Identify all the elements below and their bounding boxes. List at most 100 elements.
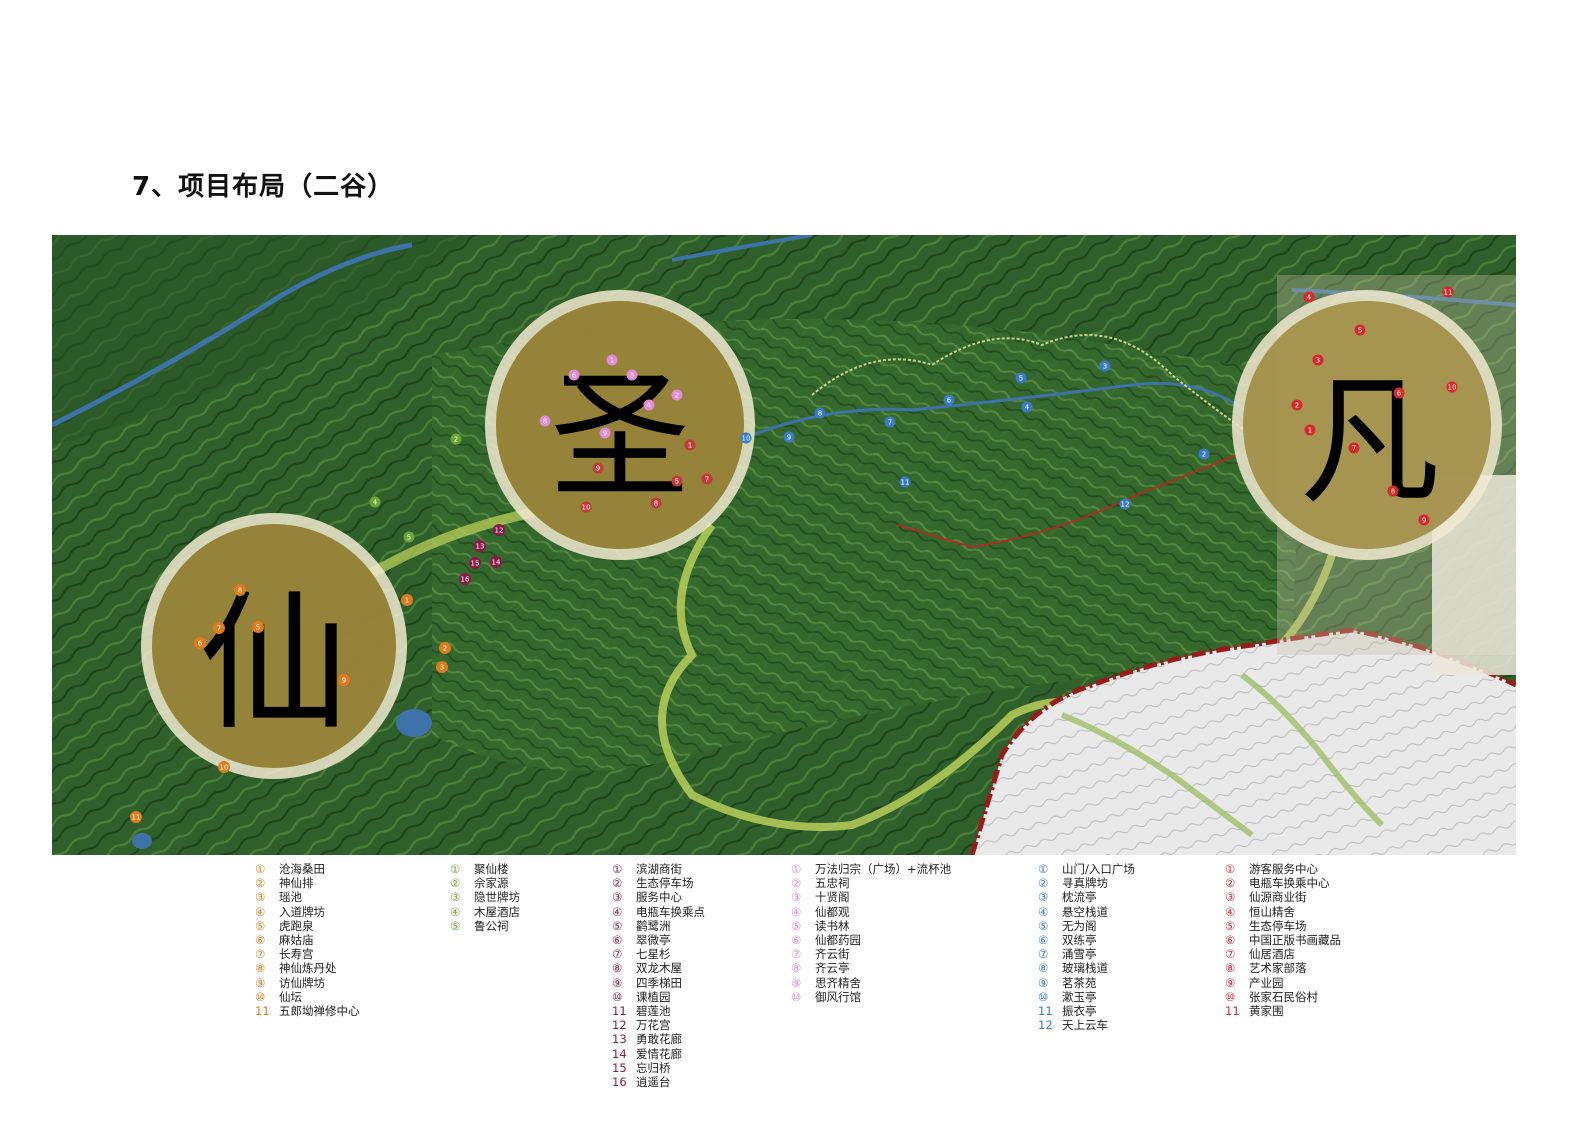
legend-item-number: 11 xyxy=(612,1004,627,1019)
legend-item: ⑥ 中国正版书画藏品 xyxy=(1225,933,1341,947)
svg-text:5: 5 xyxy=(675,478,679,486)
legend-item-label: 服务中心 xyxy=(636,890,682,905)
legend-item-number: ⑩ xyxy=(255,989,266,1004)
legend-item-label: 碧莲池 xyxy=(636,1004,671,1019)
legend-item: ② 五忠祠 xyxy=(791,876,951,890)
legend-item-number: ④ xyxy=(791,904,802,919)
legend-item-number: ② xyxy=(612,876,623,891)
legend-item: ⑩ 漱玉亭 xyxy=(1038,990,1135,1004)
legend-item-label: 鲁公祠 xyxy=(474,918,509,933)
svg-text:6: 6 xyxy=(1397,390,1402,398)
page-title: 7、项目布局（二谷） xyxy=(132,172,395,202)
zone-fan-label: 凡 xyxy=(1300,361,1440,524)
legend-item-number: ⑩ xyxy=(1225,989,1236,1004)
legend-col-4: ① 万法归宗（广场）+流杯池 ② 五忠祠 ③ 十贤阁 ④ 仙都观 ⑤ 读书林 ⑥ 仙都药园 ⑦ 齐云街 ⑧ 齐… xyxy=(791,862,951,1004)
svg-text:1: 1 xyxy=(1308,427,1312,435)
legend-item-label: 茗茶苑 xyxy=(1062,975,1097,990)
legend-item: ① 聚仙楼 xyxy=(450,862,520,876)
legend-item-label: 逍遥台 xyxy=(636,1075,671,1090)
svg-text:2: 2 xyxy=(443,645,447,653)
legend-item: ⑤ 读书林 xyxy=(791,919,951,933)
svg-text:2: 2 xyxy=(1295,402,1299,410)
legend-item-label: 山门/入口广场 xyxy=(1062,862,1135,876)
legend-item: ④ 仙都观 xyxy=(791,905,951,919)
legend-item-label: 五忠祠 xyxy=(815,876,850,891)
legend-item-label: 仙居酒店 xyxy=(1249,947,1295,962)
svg-text:11: 11 xyxy=(901,479,910,487)
legend-item: ⑧ 神仙炼丹处 xyxy=(255,961,360,975)
zone-xian: 仙 xyxy=(141,513,407,779)
legend-item-number: ⑨ xyxy=(612,975,623,990)
legend-item-label: 十贤阁 xyxy=(815,890,850,905)
legend-item-number: 11 xyxy=(1225,1004,1240,1019)
legend-item: ① 滨湖商街 xyxy=(612,862,705,876)
legend-item-number: ⑤ xyxy=(450,918,461,933)
legend-item: ① 游客服务中心 xyxy=(1225,862,1341,876)
svg-text:11: 11 xyxy=(132,814,141,822)
svg-text:4: 4 xyxy=(373,499,378,507)
legend-item: ⑧ 玻璃栈道 xyxy=(1038,961,1135,975)
legend-item-label: 御风行馆 xyxy=(815,989,861,1004)
legend-item-label: 神仙排 xyxy=(279,876,314,891)
legend-item: ③ 枕流亭 xyxy=(1038,890,1135,904)
legend-item-label: 电瓶车换乘点 xyxy=(636,904,705,919)
legend-item-number: ④ xyxy=(1225,904,1236,919)
svg-text:10: 10 xyxy=(742,435,751,443)
legend-item-number: ⑦ xyxy=(612,947,623,962)
legend-item-label: 枕流亭 xyxy=(1062,890,1097,905)
legend-item: ⑨ 访仙牌坊 xyxy=(255,976,360,990)
legend-item-number: ③ xyxy=(1225,890,1236,905)
legend-item: 12 万花宫 xyxy=(612,1018,705,1032)
svg-text:2: 2 xyxy=(454,436,458,444)
legend-item-label: 电瓶车换乘中心 xyxy=(1249,876,1330,891)
svg-text:1: 1 xyxy=(688,442,692,450)
legend-item-number: ⑦ xyxy=(791,947,802,962)
legend-item: ⑥ 仙都药园 xyxy=(791,933,951,947)
svg-text:7: 7 xyxy=(217,625,221,633)
svg-text:4: 4 xyxy=(1307,294,1312,302)
svg-text:12: 12 xyxy=(1121,501,1130,509)
legend-item-label: 鹳鹭洲 xyxy=(636,918,671,933)
legend-item: 11 碧莲池 xyxy=(612,1004,705,1018)
svg-text:6: 6 xyxy=(198,640,203,648)
legend-item: 12 天上云车 xyxy=(1038,1018,1135,1032)
legend-item-label: 访仙牌坊 xyxy=(279,975,325,990)
legend-item-number: ④ xyxy=(1038,904,1049,919)
legend-item-label: 翠微亭 xyxy=(636,933,671,948)
legend-item-number: 14 xyxy=(612,1046,627,1061)
site-plan-map: 仙 圣 凡 8 7 5 6 9 10 1 2 3 11 2 4 5 12 13 … xyxy=(52,235,1516,855)
legend-item: ③ 服务中心 xyxy=(612,890,705,904)
legend-item-number: ⑧ xyxy=(612,961,623,976)
legend-item-number: 12 xyxy=(1038,1018,1053,1033)
svg-text:5: 5 xyxy=(407,534,411,542)
legend-item-label: 爱情花廊 xyxy=(636,1046,682,1061)
legend-item: ⑥ 双练亭 xyxy=(1038,933,1135,947)
legend-item: ② 生态停车场 xyxy=(612,876,705,890)
legend-item-number: ⑨ xyxy=(1038,975,1049,990)
legend-item: ⑩ 课植园 xyxy=(612,990,705,1004)
legend-item: ⑩ 御风行馆 xyxy=(791,990,951,1004)
legend-item-label: 滨湖商街 xyxy=(636,862,682,876)
legend-item: ⑤ 虎跑泉 xyxy=(255,919,360,933)
legend-item-number: ⑦ xyxy=(255,947,266,962)
legend-item-label: 课植园 xyxy=(636,989,671,1004)
legend-item-label: 思齐精舍 xyxy=(815,975,861,990)
legend-item-number: ② xyxy=(450,876,461,891)
svg-text:10: 10 xyxy=(582,504,591,512)
legend-item-number: ⑧ xyxy=(1225,961,1236,976)
legend-item-number: ⑥ xyxy=(1225,933,1236,948)
legend-item-label: 漱玉亭 xyxy=(1062,989,1097,1004)
legend-item-label: 黄家围 xyxy=(1249,1004,1284,1019)
legend-item-number: ⑥ xyxy=(1038,933,1049,948)
legend-item-number: ② xyxy=(1038,876,1049,891)
legend-item: ② 电瓶车换乘中心 xyxy=(1225,876,1341,890)
legend-item-number: ⑥ xyxy=(612,933,623,948)
legend-item-number: ① xyxy=(1225,862,1236,876)
legend-item-label: 恒山精舍 xyxy=(1249,904,1295,919)
legend-item-number: ⑨ xyxy=(1225,975,1236,990)
legend-item: 11 五郎坳禅修中心 xyxy=(255,1004,360,1018)
legend-item-label: 仙都药园 xyxy=(815,933,861,948)
svg-text:4: 4 xyxy=(647,402,652,410)
legend-item-number: ② xyxy=(255,876,266,891)
legend-item-number: ③ xyxy=(255,890,266,905)
